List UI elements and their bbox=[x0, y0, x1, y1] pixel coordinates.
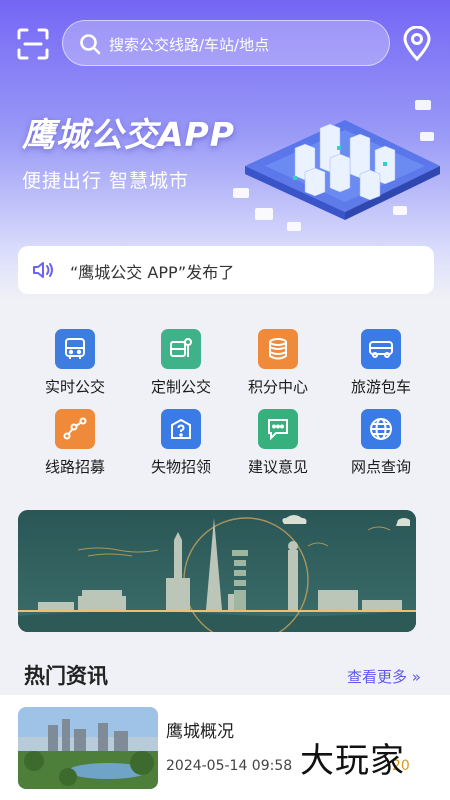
grid-item-suggestion[interactable]: 建议意见 bbox=[222, 398, 334, 477]
grid-item-label: 积分中心 bbox=[247, 378, 308, 396]
grid-item-label: 线路招募 bbox=[44, 458, 105, 476]
route-icon bbox=[55, 409, 95, 449]
news-thumbnail bbox=[18, 707, 158, 789]
hero-subtitle: 便捷出行 智慧城市 bbox=[22, 170, 190, 192]
speaker-icon bbox=[32, 260, 54, 280]
grid-item-label: 旅游包车 bbox=[350, 378, 411, 396]
search-bar[interactable]: 搜索公交线路/车站/地点 bbox=[62, 20, 390, 66]
bus-icon bbox=[55, 329, 95, 369]
watermark-logo: 大玩家 bbox=[300, 741, 405, 781]
coach-icon bbox=[361, 329, 401, 369]
coins-icon bbox=[258, 329, 298, 369]
location-pin-icon[interactable] bbox=[402, 25, 432, 62]
promo-banner[interactable] bbox=[18, 510, 416, 632]
scan-icon[interactable] bbox=[16, 27, 50, 61]
notice-text: “鹰城公交 APP”发布了 bbox=[70, 263, 235, 282]
lost-found-icon bbox=[161, 409, 201, 449]
function-grid: 实时公交 定制公交 积分中心 旅游包车 线路招募 失物招领 建议意见 网点查询 bbox=[0, 318, 450, 478]
grid-item-label: 失物招领 bbox=[150, 458, 211, 476]
city-illustration bbox=[233, 100, 440, 231]
hero-title: 鹰城公交APP bbox=[22, 115, 235, 154]
custom-bus-icon bbox=[161, 329, 201, 369]
grid-item-label: 实时公交 bbox=[44, 378, 105, 396]
grid-item-lost-found[interactable]: 失物招领 bbox=[125, 398, 237, 477]
section-title: 热门资讯 bbox=[24, 664, 108, 688]
grid-item-outlet-query[interactable]: 网点查询 bbox=[325, 398, 437, 477]
globe-icon bbox=[361, 409, 401, 449]
search-input[interactable]: 搜索公交线路/车站/地点 bbox=[109, 34, 269, 55]
city-skyline-illustration bbox=[18, 510, 416, 632]
grid-item-tour-charter[interactable]: 旅游包车 bbox=[325, 318, 437, 397]
message-icon bbox=[258, 409, 298, 449]
grid-item-label: 定制公交 bbox=[150, 378, 211, 396]
view-more-link[interactable]: 查看更多 » bbox=[347, 666, 421, 687]
grid-item-points-center[interactable]: 积分中心 bbox=[222, 318, 334, 397]
notice-bar[interactable]: “鹰城公交 APP”发布了 bbox=[18, 246, 434, 294]
news-title: 鹰城概况 bbox=[166, 722, 234, 742]
search-icon bbox=[79, 33, 101, 55]
grid-item-label: 网点查询 bbox=[350, 458, 411, 476]
news-date: 2024-05-14 09:58 bbox=[166, 758, 293, 774]
grid-item-realtime-bus[interactable]: 实时公交 bbox=[19, 318, 131, 397]
grid-item-custom-bus[interactable]: 定制公交 bbox=[125, 318, 237, 397]
grid-item-route-recruit[interactable]: 线路招募 bbox=[19, 398, 131, 477]
grid-item-label: 建议意见 bbox=[247, 458, 308, 476]
